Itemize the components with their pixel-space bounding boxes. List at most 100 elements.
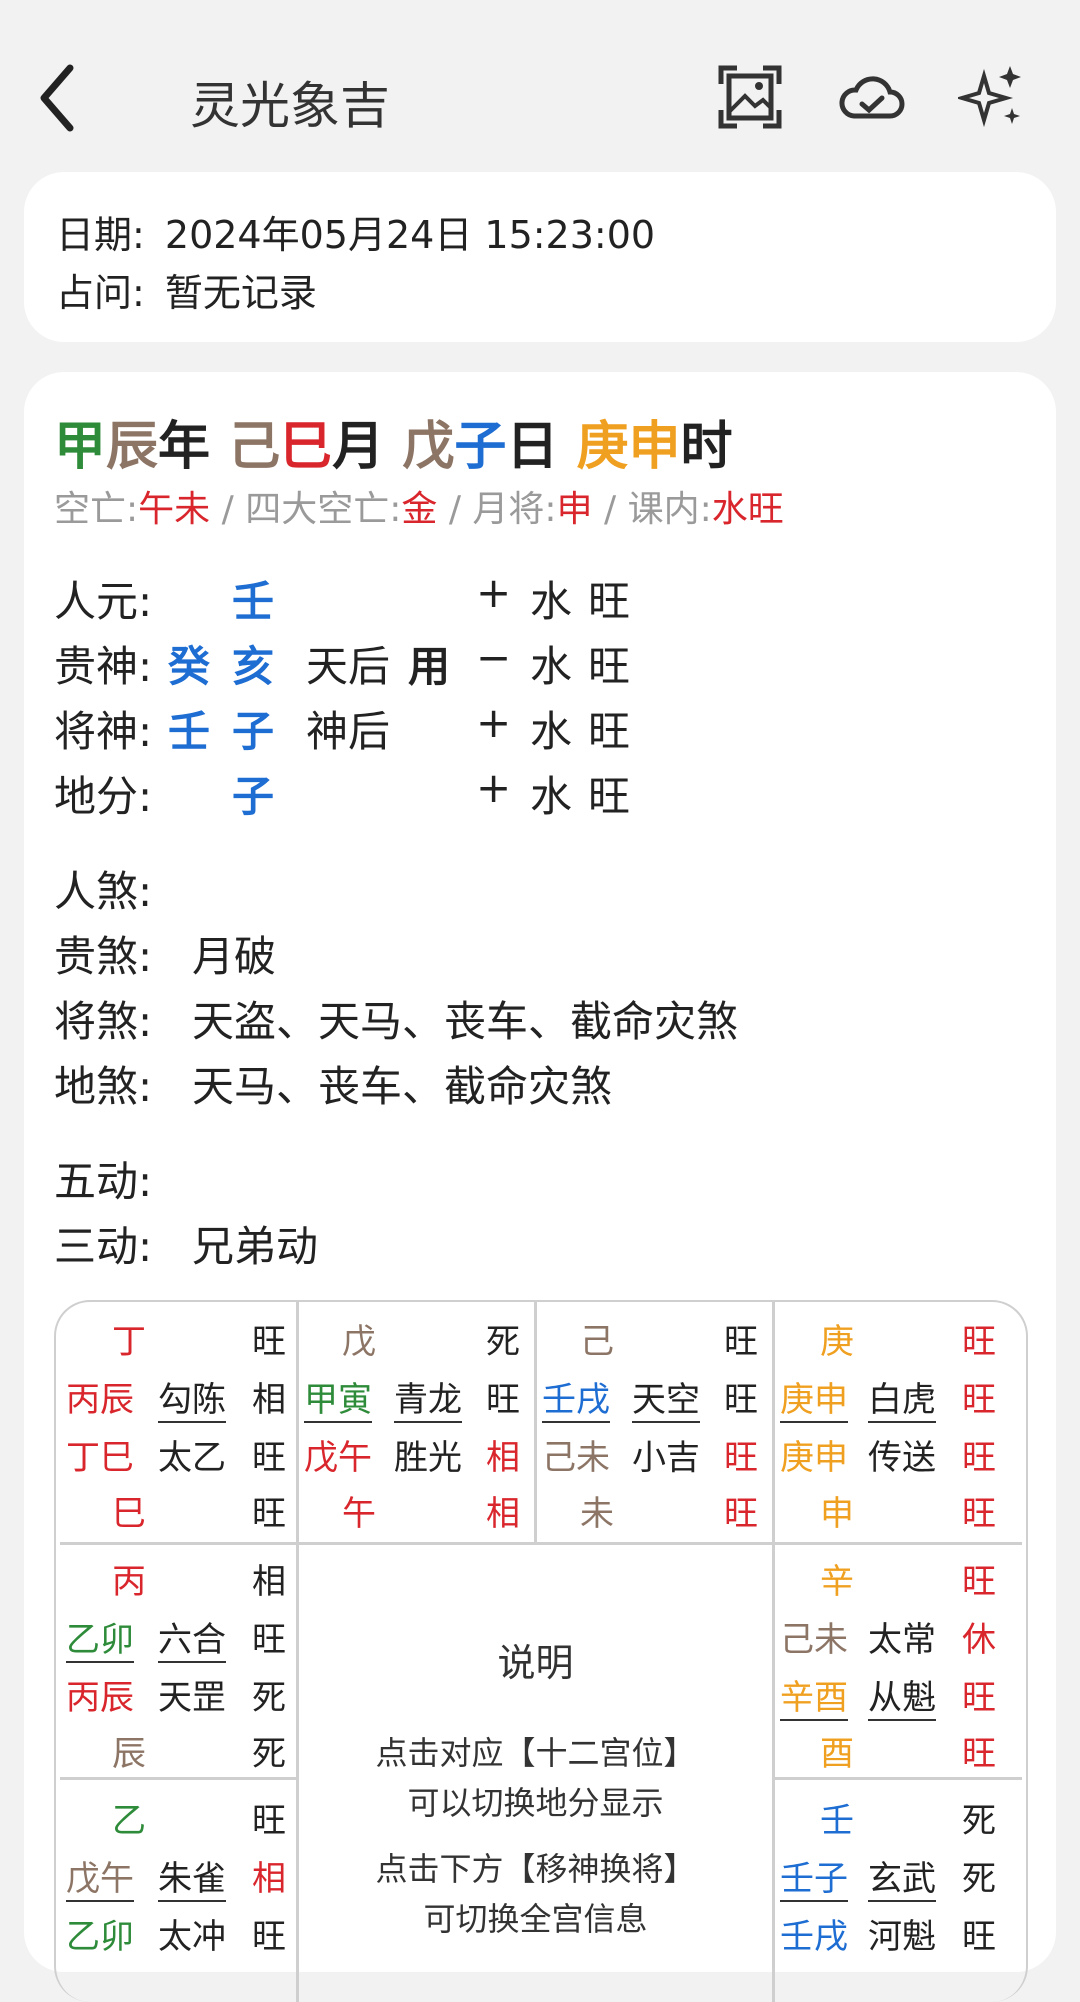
palace-state: 旺: [486, 1380, 520, 1420]
palace-state: 旺: [962, 1917, 996, 1957]
row-branch: 子: [232, 707, 275, 756]
back-arrow-icon[interactable]: [30, 58, 90, 138]
month-suffix: 月: [332, 417, 385, 477]
row-state: 旺: [588, 577, 631, 626]
palace-stem: 丙: [112, 1562, 146, 1602]
dong-label: 三动:: [54, 1222, 153, 1271]
palace-ganzhi: 乙卯: [66, 1917, 134, 1957]
palace-you[interactable]: 辛 旺 己未 太常 休 辛酉 从魁 旺 酉 旺: [772, 1542, 1026, 1777]
separator: /: [448, 489, 461, 530]
palace-state: 死: [962, 1859, 996, 1899]
sha-value: 月破: [192, 932, 277, 981]
palace-stem: 己: [580, 1322, 614, 1362]
palace-state: 旺: [962, 1562, 996, 1602]
palace-branch: 午: [342, 1494, 376, 1534]
year-suffix: 年: [158, 417, 211, 477]
sha-label: 地煞:: [54, 1062, 153, 1111]
hour-stem: 庚: [576, 417, 629, 477]
row-branch: 壬: [232, 577, 275, 626]
palace-general: 传送: [868, 1438, 936, 1478]
palace-god: 青龙: [394, 1372, 462, 1423]
row-element: 水: [530, 577, 573, 626]
palace-ganzhi: 壬戌: [780, 1917, 848, 1957]
row-state: 旺: [588, 707, 631, 756]
palace-branch: 未: [580, 1494, 614, 1534]
palace-general: 小吉: [632, 1438, 700, 1478]
palace-state: 旺: [962, 1322, 996, 1362]
hour-branch: 申: [628, 417, 681, 477]
palace-ganzhi: 庚申: [780, 1438, 848, 1478]
void-label: 空亡:: [54, 489, 139, 530]
sha-label: 人煞:: [54, 867, 153, 916]
month-stem: 己: [228, 417, 281, 477]
palace-wu[interactable]: 戊 死 甲寅 青龙 旺 戊午 胜光 相 午 相: [296, 1302, 534, 1542]
cloud-check-icon[interactable]: [836, 62, 906, 132]
explanation-title: 说明: [497, 1641, 574, 1685]
day-stem: 戊: [402, 417, 455, 477]
day-suffix: 日: [506, 417, 559, 477]
palace-ganzhi: 丙辰: [66, 1380, 134, 1420]
palace-branch: 巳: [112, 1494, 146, 1534]
chart-card: 甲辰年 己巳月 戊子日 庚申时 空亡:午未 / 四大空亡:金 / 月将:申 / …: [24, 372, 1056, 2002]
separator: /: [604, 489, 617, 530]
sha-value: 天盗、天马、丧车、截命灾煞: [192, 997, 739, 1046]
palace-general: 从魁: [868, 1670, 936, 1721]
palace-ganzhi: 壬子: [780, 1851, 848, 1902]
palace-state: 旺: [724, 1322, 758, 1362]
palace-general: 天罡: [158, 1678, 226, 1718]
palace-ganzhi: 辛酉: [780, 1670, 848, 1721]
palace-god: 六合: [158, 1612, 226, 1663]
palace-si[interactable]: 丁 旺 丙辰 勾陈 相 丁巳 太乙 旺 巳 旺: [56, 1302, 296, 1542]
void-value: 午未: [138, 489, 211, 530]
palace-god: 太常: [868, 1620, 936, 1660]
row-label: 将神:: [54, 707, 153, 756]
explanation-line: 可切换全宫信息: [423, 1900, 648, 1938]
question-label: 占问:: [56, 271, 145, 315]
sha-value: 天马、丧车、截命灾煞: [192, 1062, 613, 1111]
palace-wei[interactable]: 己 旺 壬戌 天空 旺 己未 小吉 旺 未 旺: [534, 1302, 772, 1542]
year-stem: 甲: [54, 417, 107, 477]
question-value: 暂无记录: [164, 271, 317, 315]
explanation-line: 可以切换地分显示: [407, 1784, 664, 1822]
month-branch: 巳: [280, 417, 333, 477]
palace-ganzhi: 戊午: [304, 1438, 372, 1478]
palace-stem: 辛: [820, 1562, 854, 1602]
date-value: 2024年05月24日 15:23:00: [164, 213, 656, 257]
palace-chen[interactable]: 丙 相 乙卯 六合 旺 丙辰 天罡 死 辰 死: [56, 1542, 296, 1777]
row-branch: 亥: [232, 642, 275, 691]
palace-xu[interactable]: 壬 死 壬子 玄武 死 壬戌 河魁 旺: [772, 1777, 1026, 2002]
void-line: 空亡:午未 / 四大空亡:金 / 月将:申 / 课内:水旺: [54, 480, 784, 532]
row-name: 神后: [306, 707, 391, 756]
palace-general: 胜光: [394, 1438, 462, 1478]
palace-branch: 酉: [820, 1734, 854, 1774]
row-state: 旺: [588, 772, 631, 821]
palace-ganzhi: 己未: [542, 1438, 610, 1478]
palace-ganzhi: 壬戌: [542, 1372, 610, 1423]
palace-god: 天空: [632, 1372, 700, 1423]
sparkle-icon[interactable]: [958, 62, 1028, 132]
four-pillars: 甲辰年 己巳月 戊子日 庚申时: [54, 404, 733, 479]
palace-stem: 戊: [342, 1322, 376, 1362]
dong-label: 五动:: [54, 1157, 153, 1206]
row-sign: +: [476, 568, 512, 617]
palace-state: 旺: [962, 1734, 996, 1774]
palace-general: 河魁: [868, 1917, 936, 1957]
palace-ganzhi: 戊午: [66, 1851, 134, 1902]
palace-mao[interactable]: 乙 旺 戊午 朱雀 相 乙卯 太冲 旺: [56, 1777, 296, 2002]
palace-shen[interactable]: 庚 旺 庚申 白虎 旺 庚申 传送 旺 申 旺: [772, 1302, 1026, 1542]
inner-value: 水旺: [711, 489, 784, 530]
great-void-label: 四大空亡:: [245, 489, 402, 530]
palace-state: 旺: [252, 1917, 286, 1957]
palace-state: 旺: [252, 1801, 286, 1841]
sha-label: 将煞:: [54, 997, 153, 1046]
separator: /: [221, 489, 234, 530]
image-frame-icon[interactable]: [715, 62, 785, 132]
palace-god: 朱雀: [158, 1851, 226, 1902]
row-name: 天后: [306, 642, 391, 691]
palace-state: 旺: [724, 1438, 758, 1478]
palace-state: 相: [252, 1380, 286, 1420]
palace-stem: 乙: [112, 1801, 146, 1841]
row-branch: 子: [232, 772, 275, 821]
row-element: 水: [530, 707, 573, 756]
row-stem: 壬: [168, 707, 211, 756]
